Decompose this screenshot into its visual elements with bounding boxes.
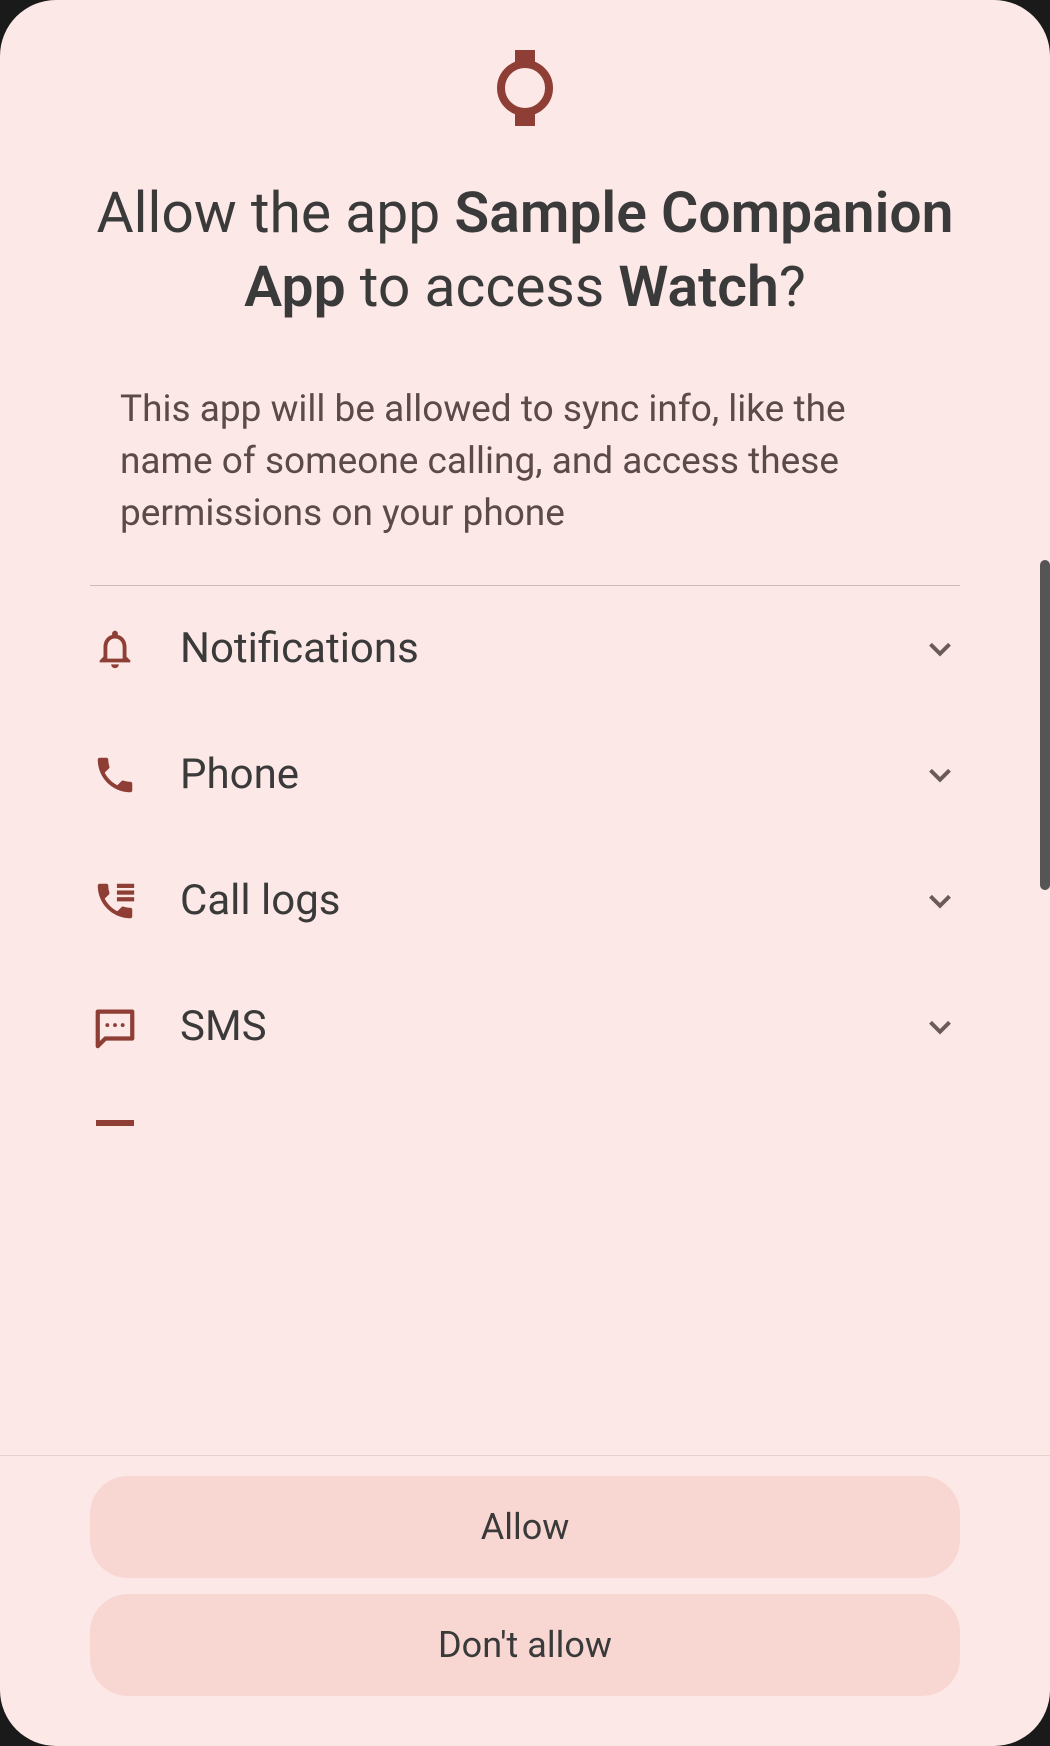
sms-icon xyxy=(90,1002,140,1052)
chevron-down-icon xyxy=(920,755,960,795)
allow-button[interactable]: Allow xyxy=(90,1476,960,1578)
contacts-icon-peek xyxy=(90,1120,140,1132)
permission-item-notifications[interactable]: Notifications xyxy=(90,586,960,712)
dialog-description: This app will be allowed to sync info, l… xyxy=(90,384,960,539)
deny-button[interactable]: Don't allow xyxy=(90,1594,960,1696)
bell-icon xyxy=(90,624,140,674)
button-section: Allow Don't allow xyxy=(0,1455,1050,1746)
title-suffix: ? xyxy=(779,253,806,320)
permission-dialog: Allow the app Sample Companion App to ac… xyxy=(0,0,1050,1746)
phone-icon xyxy=(90,750,140,800)
watch-icon-wrapper xyxy=(495,50,555,126)
permission-item-sms[interactable]: SMS xyxy=(90,964,960,1090)
scrollbar[interactable] xyxy=(1040,560,1050,890)
permission-item-peek[interactable] xyxy=(90,1090,960,1132)
permission-label: Phone xyxy=(180,750,920,799)
permission-label: Notifications xyxy=(180,624,920,673)
watch-icon xyxy=(495,50,555,126)
chevron-down-icon xyxy=(920,881,960,921)
dialog-header: Allow the app Sample Companion App to ac… xyxy=(0,0,1050,585)
title-mid: to access xyxy=(346,253,619,320)
dialog-title: Allow the app Sample Companion App to ac… xyxy=(90,176,960,324)
permission-item-phone[interactable]: Phone xyxy=(90,712,960,838)
permission-item-call-logs[interactable]: Call logs xyxy=(90,838,960,964)
device-name: Watch xyxy=(618,253,778,320)
chevron-down-icon xyxy=(920,1007,960,1047)
permission-label: SMS xyxy=(180,1002,920,1051)
call-logs-icon xyxy=(90,876,140,926)
chevron-down-icon xyxy=(920,629,960,669)
title-prefix: Allow the app xyxy=(96,179,454,246)
permissions-list[interactable]: Notifications Phone xyxy=(0,586,1050,1455)
permission-label: Call logs xyxy=(180,876,920,925)
